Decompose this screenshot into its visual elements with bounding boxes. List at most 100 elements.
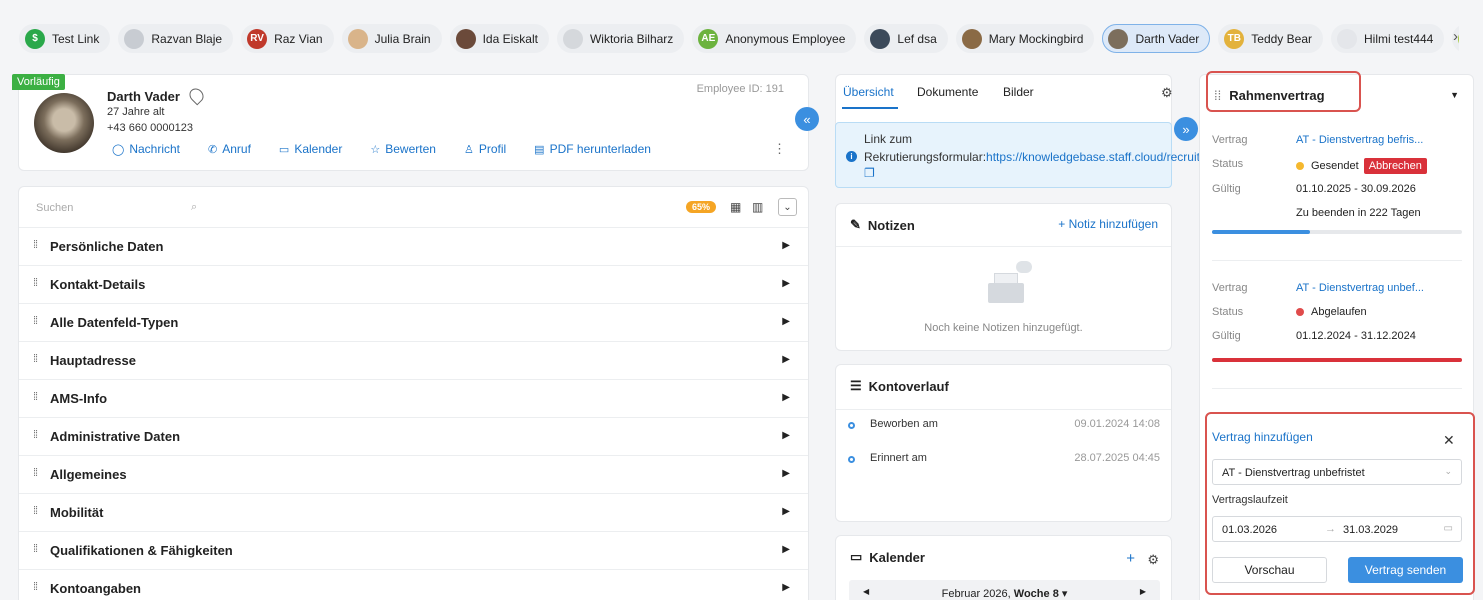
list-icon: ☰ <box>850 378 862 393</box>
timeline-dot <box>848 422 855 429</box>
expand-all-button[interactable]: ⌄ <box>778 198 797 216</box>
employee-chip[interactable]: Ida Eiskalt <box>449 24 549 53</box>
caret-right-icon: ▶ <box>782 430 790 441</box>
message-button[interactable]: ◯ Nachricht <box>112 142 180 156</box>
employee-chip[interactable]: TB Teddy Bear <box>1218 24 1323 53</box>
tab-uebersicht[interactable]: Übersicht <box>843 85 894 99</box>
avatar <box>1108 28 1129 49</box>
divider <box>1212 388 1462 389</box>
tab-bilder[interactable]: Bilder <box>1003 85 1034 99</box>
contract-2-progress <box>1212 358 1462 362</box>
section-row[interactable]: ⁞⁞ AMS-Info ▶ <box>19 380 808 418</box>
caret-right-icon: ▶ <box>782 278 790 289</box>
employee-card: Darth Vader 27 Jahre alt +43 660 0000123… <box>18 74 809 171</box>
logo-icon: $ <box>25 28 45 49</box>
drag-handle-icon[interactable]: ⁞⁞ <box>33 505 38 517</box>
drag-handle-icon[interactable]: ⁞⁞ <box>33 467 38 479</box>
section-row[interactable]: ⁞⁞ Alle Datenfeld-Typen ▶ <box>19 304 808 342</box>
section-row[interactable]: ⁞⁞ Mobilität ▶ <box>19 494 808 532</box>
avatar <box>34 93 94 153</box>
employee-chip[interactable]: Wiktoria Bilharz <box>556 24 685 53</box>
employee-chip[interactable]: AE Anonymous Employee <box>692 24 857 53</box>
calendar-period[interactable]: Februar 2026, Woche 8 ▾ <box>849 587 1160 600</box>
tab-dokumente[interactable]: Dokumente <box>917 85 978 99</box>
section-row[interactable]: ⁞⁞ Kontakt-Details ▶ <box>19 266 808 304</box>
chevron-right-icon[interactable]: › <box>1453 28 1458 45</box>
empty-inbox-icon <box>984 261 1032 307</box>
search-input[interactable]: Suchen <box>36 202 73 214</box>
calendar-button[interactable]: ▭ Kalender <box>279 142 342 156</box>
section-row[interactable]: ⁞⁞ Administrative Daten ▶ <box>19 418 808 456</box>
table-view-icon[interactable]: ▦ <box>730 200 741 214</box>
cancel-button[interactable]: Abbrechen <box>1363 158 1427 174</box>
employee-chip[interactable]: Darth Vader <box>1102 24 1211 53</box>
employee-chip[interactable]: Lef dsa <box>864 24 948 53</box>
more-menu-icon[interactable]: ⋮ <box>773 141 786 157</box>
drag-handle-icon[interactable]: ⁞⁞ <box>33 315 38 327</box>
contract-1-progress <box>1212 230 1462 234</box>
grid-view-icon[interactable]: ▥ <box>752 200 763 214</box>
highlight-box <box>1205 412 1475 595</box>
timeline-dot <box>848 456 855 463</box>
notes-card: ✎ Notizen + Notiz hinzufügen Noch keine N… <box>835 203 1172 351</box>
employee-id: Employee ID: 191 <box>696 83 784 95</box>
section-row[interactable]: ⁞⁞ Hauptadresse ▶ <box>19 342 808 380</box>
copy-icon[interactable]: ❐ <box>864 166 875 180</box>
employee-chip[interactable]: Mary Mockingbird <box>955 24 1095 53</box>
sections-panel: Suchen ⌕ 65% ▦ ▥ ⌄ ⁞⁞ Persönliche Daten ▶ ⁞… <box>18 186 809 600</box>
section-row[interactable]: ⁞⁞ Qualifikationen & Fähigkeiten ▶ <box>19 532 808 570</box>
drag-handle-icon[interactable]: ⁞⁞ <box>33 277 38 289</box>
caret-right-icon: ▶ <box>782 316 790 327</box>
search-icon[interactable]: ⌕ <box>191 201 197 214</box>
employee-chip[interactable]: $ Test Link <box>19 24 111 53</box>
pdf-icon: ▤ <box>534 143 545 156</box>
section-list: ⁞⁞ Persönliche Daten ▶ ⁞⁞ Kontakt-Details ▶ ⁞⁞… <box>19 228 808 600</box>
profile-button[interactable]: ♙ Profil <box>464 142 506 156</box>
employee-chip[interactable]: RV Raz Vian <box>241 24 334 53</box>
call-button[interactable]: ✆ Anruf <box>208 142 251 156</box>
history-card: ☰ Kontoverlauf Beworben am 09.01.2024 14:… <box>835 364 1172 522</box>
status-dot <box>1296 308 1304 316</box>
tabs-card: Übersicht Dokumente Bilder ⚙ <box>835 74 1173 126</box>
drag-handle-icon[interactable]: ⁞⁞ <box>33 353 38 365</box>
tab-underline <box>842 107 898 109</box>
recruiting-link-box: i Link zum Rekrutierungsformular:https:/… <box>835 122 1287 188</box>
next-week-icon[interactable]: ▶ <box>1140 587 1146 596</box>
info-link-line: Rekrutierungsformular:https://knowledgeb… <box>864 150 1287 180</box>
drag-handle-icon[interactable]: ⁞⁞ <box>33 543 38 555</box>
employee-chip[interactable]: Julia Brain <box>341 24 442 53</box>
calendar-nav: ◀ Februar 2026, Woche 8 ▾ ▶ <box>849 580 1160 600</box>
gear-icon[interactable]: ⚙ <box>1147 552 1159 568</box>
drag-handle-icon[interactable]: ⁞⁞ <box>33 239 38 251</box>
collapse-left-icon[interactable]: « <box>795 107 819 131</box>
caret-right-icon: ▶ <box>782 240 790 251</box>
caret-right-icon: ▶ <box>782 544 790 555</box>
section-row[interactable]: ⁞⁞ Allgemeines ▶ <box>19 456 808 494</box>
employee-chip[interactable]: Hilmi test444 <box>1330 24 1445 53</box>
location-pin-icon[interactable] <box>186 85 207 106</box>
rate-button[interactable]: ☆ Bewerten <box>370 142 436 156</box>
add-event-icon[interactable]: + <box>1126 550 1135 567</box>
phone-icon: ✆ <box>208 143 218 156</box>
drag-handle-icon[interactable]: ⁞⁞ <box>33 391 38 403</box>
info-text: Link zum <box>864 132 913 146</box>
caret-down-icon[interactable]: ▼ <box>1450 90 1459 100</box>
notes-title: ✎ Notizen <box>850 217 915 233</box>
section-row[interactable]: ⁞⁞ Kontoangaben ▶ <box>19 570 808 600</box>
history-title: ☰ Kontoverlauf <box>850 378 949 394</box>
star-icon: ☆ <box>370 143 381 156</box>
employee-actions: ◯ Nachricht ✆ Anruf ▭ Kalender ☆ Bewerten ♙ P… <box>112 142 651 156</box>
pdf-download-button[interactable]: ▤ PDF herunterladen <box>534 142 651 156</box>
drag-handle-icon[interactable]: ⁞⁞ <box>33 429 38 441</box>
calendar-icon: ▭ <box>850 549 863 564</box>
collapse-right-icon[interactable]: » <box>1174 117 1198 141</box>
section-row[interactable]: ⁞⁞ Persönliche Daten ▶ <box>19 228 808 266</box>
employee-chip[interactable]: Razvan Blaje <box>118 24 234 53</box>
avatar: TB <box>1224 28 1245 49</box>
employee-age: 27 Jahre alt <box>107 106 165 118</box>
drag-handle-icon[interactable]: ⁞⁞ <box>33 581 38 593</box>
gear-icon[interactable]: ⚙ <box>1161 85 1173 101</box>
divider <box>836 246 1171 247</box>
avatar <box>961 28 982 49</box>
add-note-button[interactable]: + Notiz hinzufügen <box>1058 217 1158 231</box>
